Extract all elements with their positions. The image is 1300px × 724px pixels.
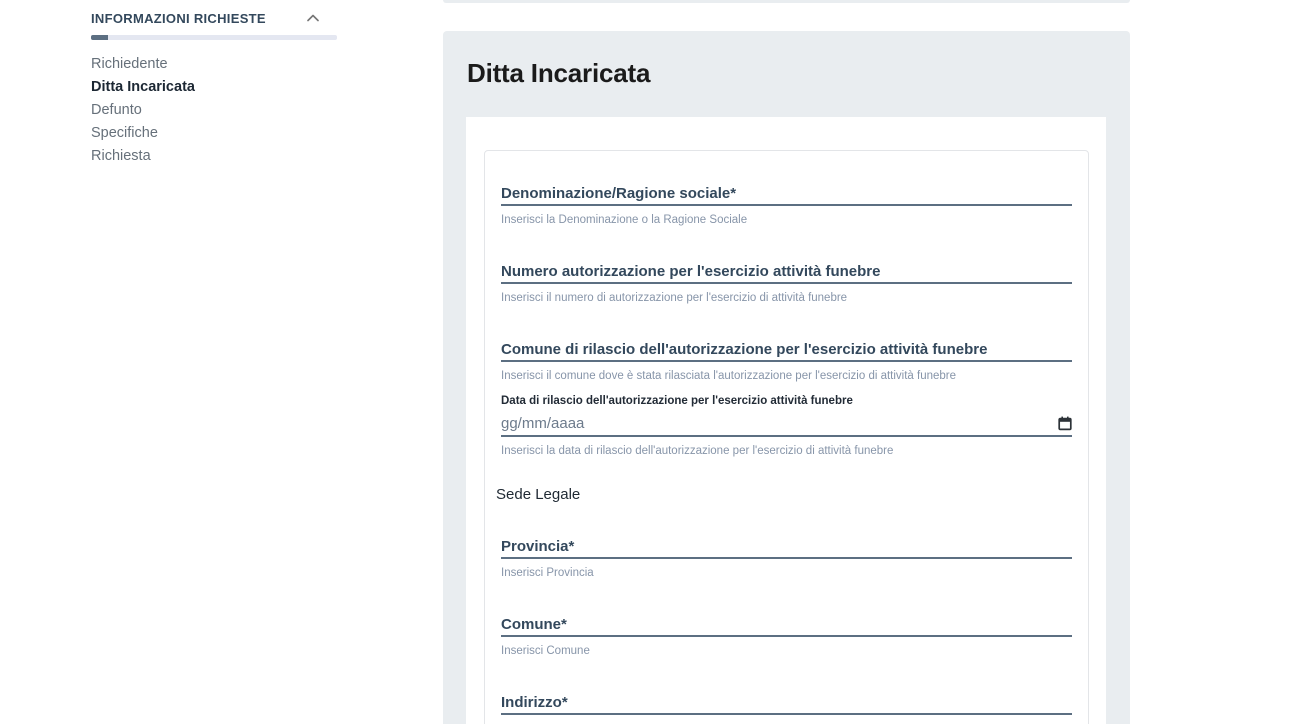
subsection-heading-sede-legale: Sede Legale — [496, 485, 1072, 505]
field-group-provincia: Provincia* Inserisci Provincia — [501, 537, 1072, 581]
field-label-provincia: Provincia* — [501, 537, 1072, 557]
field-helper-provincia: Inserisci Provincia — [501, 566, 1072, 581]
form-panel: Denominazione/Ragione sociale* Inserisci… — [466, 117, 1106, 724]
chevron-up-icon[interactable] — [307, 14, 337, 22]
comune-rilascio-input[interactable] — [501, 360, 1072, 362]
date-input-wrapper — [501, 411, 1072, 437]
field-group-denominazione: Denominazione/Ragione sociale* Inserisci… — [501, 184, 1072, 228]
sidebar-title: INFORMAZIONI RICHIESTE — [91, 11, 266, 26]
progress-bar — [91, 35, 337, 40]
numero-autorizzazione-input[interactable] — [501, 282, 1072, 284]
field-label-comune-rilascio: Comune di rilascio dell'autorizzazione p… — [501, 340, 1072, 360]
section-title: Ditta Incaricata — [467, 58, 650, 89]
field-label-indirizzo: Indirizzo* — [501, 693, 1072, 713]
field-group-comune: Comune* Inserisci Comune — [501, 615, 1072, 659]
field-helper-comune: Inserisci Comune — [501, 644, 1072, 659]
progress-fill — [91, 35, 108, 40]
field-helper-denominazione: Inserisci la Denominazione o la Ragione … — [501, 213, 1072, 228]
comune-input[interactable] — [501, 635, 1072, 637]
steps-nav: Richiedente Ditta Incaricata Defunto Spe… — [91, 53, 337, 168]
calendar-icon[interactable] — [1050, 416, 1072, 431]
provincia-input[interactable] — [501, 557, 1072, 559]
field-helper-numero-autorizzazione: Inserisci il numero di autorizzazione pe… — [501, 291, 1072, 306]
field-helper-comune-rilascio: Inserisci il comune dove è stata rilasci… — [501, 369, 1072, 384]
field-label-comune: Comune* — [501, 615, 1072, 635]
denominazione-input[interactable] — [501, 204, 1072, 206]
field-label-denominazione: Denominazione/Ragione sociale* — [501, 184, 1072, 204]
indirizzo-input[interactable] — [501, 713, 1072, 715]
sidebar-item-ditta-incaricata[interactable]: Ditta Incaricata — [91, 76, 337, 99]
sidebar-item-richiesta[interactable]: Richiesta — [91, 145, 337, 168]
form-fieldset: Denominazione/Ragione sociale* Inserisci… — [484, 150, 1089, 724]
field-group-data-rilascio: Data di rilascio dell'autorizzazione per… — [501, 394, 1072, 459]
sidebar-item-specifiche[interactable]: Specifiche — [91, 122, 337, 145]
data-rilascio-input[interactable] — [501, 415, 1050, 432]
steps-sidebar: INFORMAZIONI RICHIESTE Richiedente Ditta… — [91, 10, 337, 168]
previous-card-bottom-edge — [443, 0, 1130, 3]
section-card-ditta-incaricata: Ditta Incaricata Denominazione/Ragione s… — [443, 31, 1130, 724]
field-group-indirizzo: Indirizzo* — [501, 693, 1072, 724]
sidebar-collapse-header[interactable]: INFORMAZIONI RICHIESTE — [91, 10, 337, 26]
field-label-data-rilascio: Data di rilascio dell'autorizzazione per… — [501, 394, 1072, 408]
field-label-numero-autorizzazione: Numero autorizzazione per l'esercizio at… — [501, 262, 1072, 282]
field-group-comune-rilascio: Comune di rilascio dell'autorizzazione p… — [501, 340, 1072, 384]
sidebar-item-richiedente[interactable]: Richiedente — [91, 53, 337, 76]
sidebar-item-defunto[interactable]: Defunto — [91, 99, 337, 122]
field-helper-data-rilascio: Inserisci la data di rilascio dell'autor… — [501, 444, 1072, 459]
field-group-numero-autorizzazione: Numero autorizzazione per l'esercizio at… — [501, 262, 1072, 306]
